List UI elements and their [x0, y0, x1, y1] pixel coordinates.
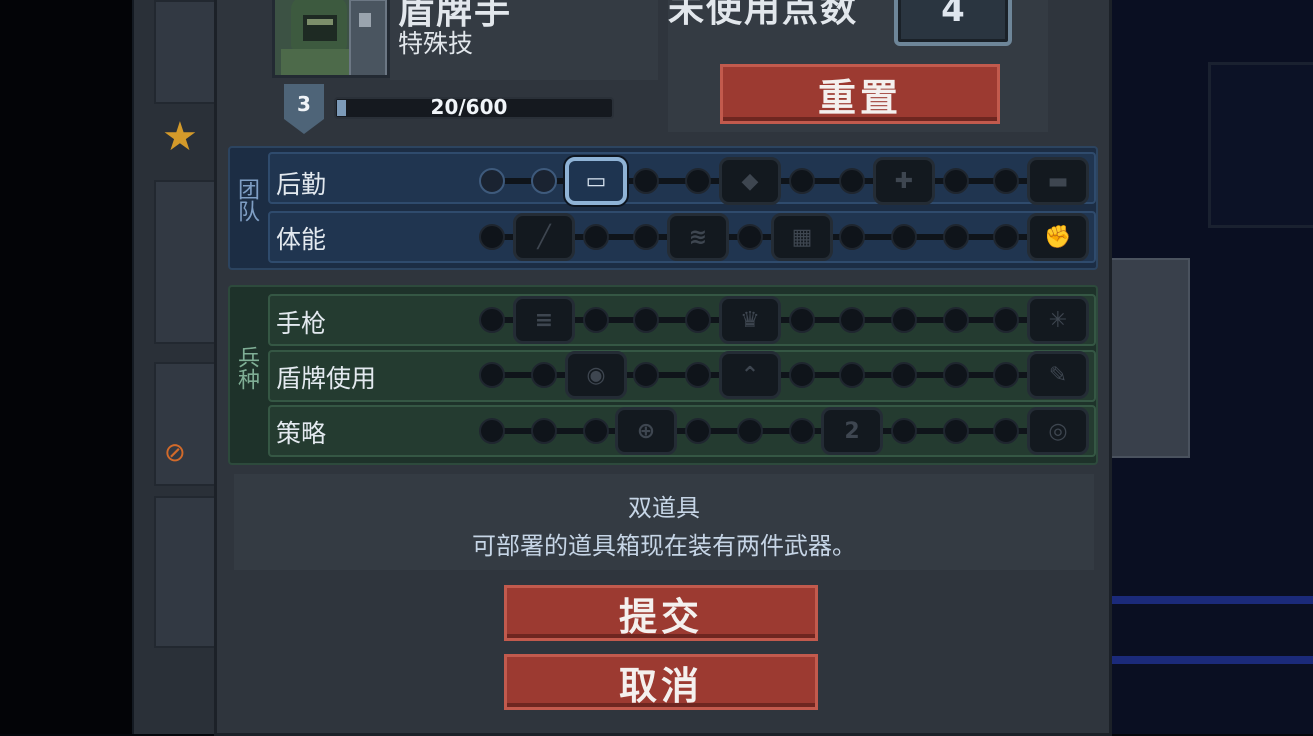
burst-icon[interactable]: ✳	[1027, 296, 1089, 344]
level-value: 3	[297, 92, 311, 116]
skill-node	[479, 362, 505, 388]
unused-points-value: 4	[941, 0, 965, 30]
crown-icon[interactable]: ♛	[719, 296, 781, 344]
skill-node	[943, 168, 969, 194]
skill-node	[993, 307, 1019, 333]
background-stripe	[1112, 596, 1313, 604]
medkit-icon[interactable]: ✚	[873, 157, 935, 205]
skill-node	[789, 418, 815, 444]
team-group-label: 团队	[234, 178, 259, 222]
skill-node	[633, 168, 659, 194]
skill-track-line	[492, 428, 1058, 434]
knife-icon[interactable]: ╱	[513, 213, 575, 261]
unused-points-label: 未使用点数	[668, 0, 859, 30]
skill-node	[633, 224, 659, 250]
skill-node	[479, 224, 505, 250]
submit-button[interactable]: 提交	[504, 585, 818, 641]
skill-node	[993, 418, 1019, 444]
skill-row-label: 后勤	[276, 170, 327, 199]
roster-portrait-slot[interactable]	[154, 0, 218, 104]
skill-node	[531, 168, 557, 194]
wrench-icon[interactable]: ✎	[1027, 351, 1089, 399]
skill-node	[789, 168, 815, 194]
background-left	[0, 0, 132, 734]
star-icon: ★	[162, 114, 198, 160]
roster-card[interactable]	[154, 496, 218, 648]
roster-card[interactable]	[154, 180, 218, 344]
skill-node	[839, 362, 865, 388]
skill-node	[839, 168, 865, 194]
skill-node	[685, 418, 711, 444]
skill-node	[993, 224, 1019, 250]
ammo-crate-icon[interactable]: ▭	[565, 157, 627, 205]
skill-node	[891, 224, 917, 250]
reset-button[interactable]: 重置	[720, 64, 1000, 124]
skill-node	[891, 362, 917, 388]
double-icon[interactable]: 2	[821, 407, 883, 455]
skill-node	[633, 307, 659, 333]
blocked-icon: ⊘	[164, 438, 186, 468]
turret-icon[interactable]: ⊕	[615, 407, 677, 455]
skill-node	[685, 168, 711, 194]
skill-node	[737, 418, 763, 444]
skill-node	[737, 224, 763, 250]
skill-node	[993, 362, 1019, 388]
skill-node	[839, 224, 865, 250]
skill-node	[479, 168, 505, 194]
shield-badge-icon[interactable]: ◎	[1027, 407, 1089, 455]
skill-node	[583, 418, 609, 444]
background-stripe	[1112, 656, 1313, 664]
skill-node	[531, 418, 557, 444]
grid-icon[interactable]: ▦	[771, 213, 833, 261]
skill-node	[531, 362, 557, 388]
skill-node	[943, 224, 969, 250]
sprint-icon[interactable]: ≋	[667, 213, 729, 261]
fist-icon[interactable]: ✊	[1027, 213, 1089, 261]
skill-node	[685, 362, 711, 388]
xp-text: 20/600	[430, 95, 508, 119]
skill-node	[583, 224, 609, 250]
cancel-button[interactable]: 取消	[504, 654, 818, 710]
skill-node	[685, 307, 711, 333]
skill-row-label: 盾牌使用	[276, 364, 377, 393]
class-subtitle: 特殊技	[398, 29, 474, 58]
chevron-up-icon[interactable]: ⌃	[719, 351, 781, 399]
roster-panel: ★ ⊘	[132, 0, 218, 734]
skill-node	[789, 362, 815, 388]
shield-emblem-icon[interactable]: ◉	[565, 351, 627, 399]
skill-node	[479, 307, 505, 333]
skill-node	[583, 307, 609, 333]
skill-node	[993, 168, 1019, 194]
skill-row-label: 策略	[276, 419, 327, 448]
skill-node	[839, 307, 865, 333]
skill-node	[943, 362, 969, 388]
branch-group-label: 兵种	[234, 346, 259, 390]
skill-node	[479, 418, 505, 444]
skill-node	[891, 418, 917, 444]
background-frame	[1208, 62, 1313, 228]
skill-description-text: 可部署的道具箱现在装有两件武器。	[472, 532, 856, 560]
skill-row-label: 手枪	[276, 309, 327, 338]
skill-description-title: 双道具	[628, 494, 700, 522]
skill-node	[789, 307, 815, 333]
magazine-plus-icon[interactable]: ≡	[513, 296, 575, 344]
skill-node	[633, 362, 659, 388]
skill-node	[943, 307, 969, 333]
skill-row-label: 体能	[276, 225, 327, 254]
skill-node	[891, 307, 917, 333]
armor-plus-icon[interactable]: ◆	[719, 157, 781, 205]
supply-box-icon[interactable]: ▬	[1027, 157, 1089, 205]
skill-node	[943, 418, 969, 444]
soldier-portrait	[272, 0, 390, 78]
background-card	[1112, 258, 1190, 458]
